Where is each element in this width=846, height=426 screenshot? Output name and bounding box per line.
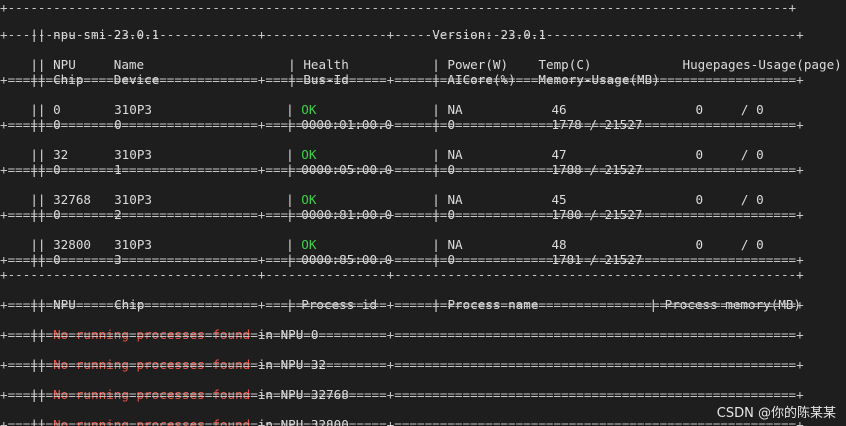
table-row[interactable]: || 0 310P3 | OK | NA 46 0 / 0 [0,87,763,117]
border-line: +=================================+=====… [0,417,804,426]
table-row[interactable]: || 32 310P3 | OK | NA 47 0 / 0 [0,132,763,162]
hugepages-value: 0 / 0 [695,147,764,162]
table-header-row: || NPU Name | Health | Power(W) Temp(C) … [30,57,842,72]
table-row[interactable]: || 0 0 | 0000:01:00.0 | 0 1778 / 21527 [0,102,642,132]
border-line: +---------------------------------+-----… [0,267,804,282]
border-line: +=================================+=====… [0,357,804,372]
table-row[interactable]: || 0 2 | 0000:81:00.0 | 0 1780 / 21527 [0,192,642,222]
table-header-row: || Chip Device | Bus-Id | AICore(%) Memo… [30,72,660,87]
border-line: +---------------------------------+-----… [0,27,804,42]
border-line: +=================================+=====… [0,252,804,267]
terminal-window[interactable]: +---------------------------------------… [0,0,846,426]
csdn-watermark: CSDN @你的陈某某 [716,406,836,421]
border-line: +=================================+=====… [0,327,804,342]
hugepages-value: 0 / 0 [695,192,764,207]
col-hugepages-header: Hugepages-Usage(page) [682,57,842,72]
border-line: +=================================+=====… [0,162,804,177]
process-header-row: || NPU Chip | Process id | Process name | Pr… [30,297,802,312]
table-row[interactable]: || 32800 310P3 | OK | NA 48 0 / 0 [0,222,763,252]
table-row[interactable]: || 0 1 | 0000:05:00.0 | 0 1788 / 21527 [0,147,642,177]
border-line: +=================================+=====… [0,117,804,132]
title-row: || npu-smi 23.0.1 Version: 23.0.1 [30,27,546,42]
process-row[interactable]: || No running processes found in NPU 327… [0,372,348,402]
hugepages-value: 0 / 0 [695,237,764,252]
border-line: +=================================+=====… [0,387,804,402]
process-row[interactable]: || No running processes found in NPU 32 [0,342,326,372]
table-row[interactable]: || 0 3 | 0000:85:00.0 | 0 1781 / 21527 [0,237,642,267]
process-row[interactable]: || No running processes found in NPU 328… [0,402,348,426]
border-line: +=================================+=====… [0,72,804,87]
hugepages-value: 0 / 0 [695,102,764,117]
table-row[interactable]: || 32768 310P3 | OK | NA 45 0 / 0 [0,177,763,207]
process-row[interactable]: || No running processes found in NPU 0 [0,312,318,342]
border-line: +=================================+=====… [0,207,804,222]
border-line: +=================================+=====… [0,297,804,312]
